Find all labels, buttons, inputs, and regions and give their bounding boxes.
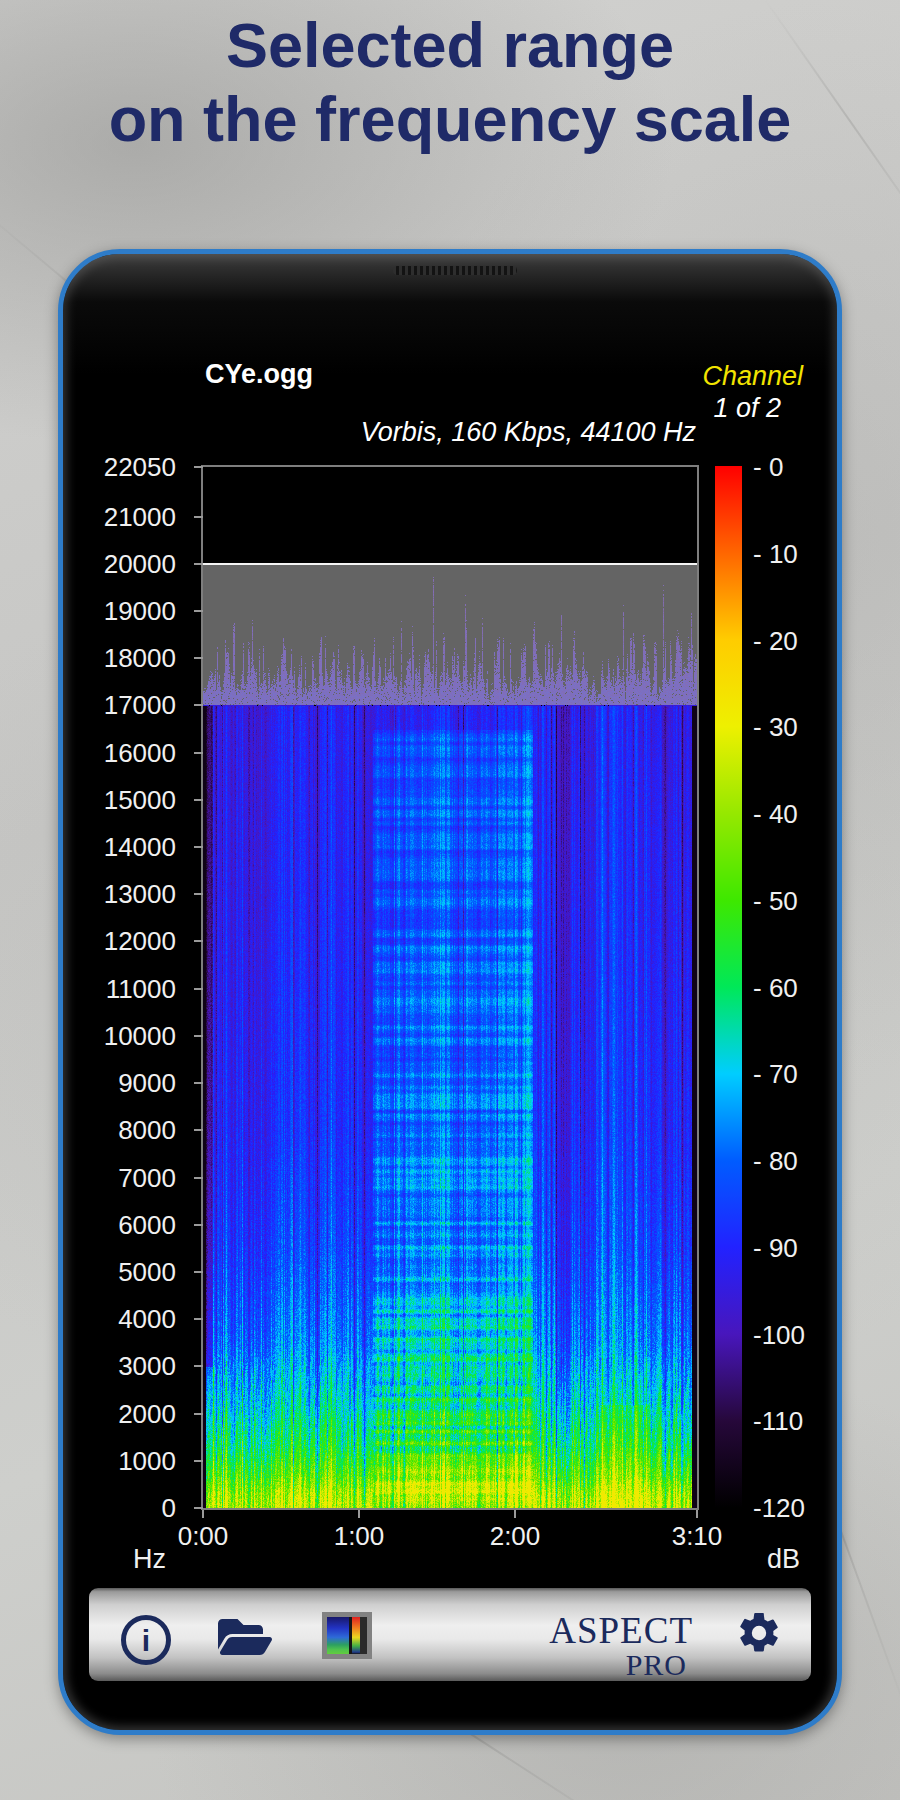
spectrogram-thumb-image [327,1617,349,1654]
time-tick-label: 3:10 [652,1521,742,1551]
time-tick-label: 0:00 [158,1521,248,1551]
level-tick-label: - 80 [753,1146,823,1176]
stream-info-label: Vorbis, 160 Kbps, 44100 Hz [361,417,696,447]
freq-tick-label: 17000 [70,690,176,720]
info-button[interactable]: i [121,1615,171,1665]
toolbar: i ASPECT PRO [89,1588,811,1681]
open-file-button[interactable] [217,1613,273,1661]
level-tick-label: - 60 [753,973,823,1003]
page-title-line2: on the frequency scale [0,82,900,156]
freq-tick-label: 3000 [70,1351,176,1381]
level-tick-label: - 20 [753,626,823,656]
freq-tick-mark [194,893,203,895]
freq-tick-mark [194,1365,203,1367]
freq-tick-mark [194,1082,203,1084]
freq-tick-mark [194,1460,203,1462]
freq-tick-label: 5000 [70,1257,176,1287]
page-title: Selected range on the frequency scale [0,8,900,156]
brand-pro: PRO [549,1650,687,1680]
freq-tick-mark [194,1177,203,1179]
brand-logo: ASPECT PRO [549,1612,693,1680]
freq-tick-mark [194,466,203,468]
freq-tick-label: 12000 [70,926,176,956]
level-tick-label: - 90 [753,1233,823,1263]
freq-tick-mark [194,799,203,801]
freq-tick-label: 10000 [70,1021,176,1051]
level-tick-label: -110 [753,1406,823,1436]
info-icon: i [126,1622,166,1660]
freq-tick-label: 15000 [70,785,176,815]
spectrogram-plot[interactable] [201,465,699,1510]
colorbar [715,466,742,1508]
time-tick-mark [696,1510,698,1518]
freq-tick-mark [194,1271,203,1273]
freq-tick-mark [194,1035,203,1037]
level-tick-label: -120 [753,1493,823,1523]
time-tick-label: 2:00 [470,1521,560,1551]
level-tick-label: - 0 [753,452,823,482]
freq-tick-mark [194,610,203,612]
freq-tick-label: 1000 [70,1446,176,1476]
time-tick-label: 1:00 [314,1521,404,1551]
level-tick-label: -100 [753,1320,823,1350]
page-title-line1: Selected range [0,8,900,82]
channel-label[interactable]: Channel [702,361,803,391]
level-tick-label: - 50 [753,886,823,916]
freq-tick-mark [194,704,203,706]
freq-tick-mark [194,1318,203,1320]
channel-value[interactable]: 1 of 2 [713,393,781,423]
frequency-unit-label: Hz [133,1544,166,1574]
freq-tick-label: 20000 [70,549,176,579]
freq-tick-mark [194,1413,203,1415]
freq-tick-label: 16000 [70,738,176,768]
freq-tick-label: 0 [70,1493,176,1523]
phone-speaker [393,266,517,275]
freq-tick-mark [194,516,203,518]
level-unit-label: dB [758,1544,800,1574]
spectrogram-thumb-colorbar [352,1617,360,1654]
freq-tick-label: 14000 [70,832,176,862]
level-tick-label: - 10 [753,539,823,569]
file-name-label: CYe.ogg [205,359,313,389]
time-tick-mark [202,1510,204,1518]
freq-tick-label: 7000 [70,1163,176,1193]
freq-tick-label: 9000 [70,1068,176,1098]
time-tick-mark [514,1510,516,1518]
freq-tick-label: 18000 [70,643,176,673]
freq-tick-label: 11000 [70,974,176,1004]
time-tick-mark [358,1510,360,1518]
level-tick-label: - 40 [753,799,823,829]
level-tick-label: - 70 [753,1059,823,1089]
page: Selected range on the frequency scale CY… [0,0,900,1800]
freq-tick-label: 6000 [70,1210,176,1240]
level-tick-label: - 30 [753,712,823,742]
settings-button[interactable] [735,1609,783,1657]
freq-tick-mark [194,988,203,990]
freq-tick-mark [194,752,203,754]
freq-tick-label: 4000 [70,1304,176,1334]
freq-tick-mark [194,1507,203,1509]
freq-tick-label: 21000 [70,502,176,532]
brand-aspect: ASPECT [549,1612,693,1650]
freq-tick-label: 19000 [70,596,176,626]
freq-tick-label: 13000 [70,879,176,909]
spectrogram-thumb-margin [360,1617,367,1654]
freq-tick-mark [194,563,203,565]
freq-tick-label: 2000 [70,1399,176,1429]
freq-tick-mark [194,846,203,848]
freq-tick-mark [194,940,203,942]
freq-tick-label: 22050 [70,452,176,482]
freq-tick-mark [194,1224,203,1226]
freq-tick-mark [194,657,203,659]
spectrogram-view-button[interactable] [322,1612,372,1659]
spectrogram-canvas[interactable] [203,467,697,1508]
freq-tick-mark [194,1129,203,1131]
freq-tick-label: 8000 [70,1115,176,1145]
